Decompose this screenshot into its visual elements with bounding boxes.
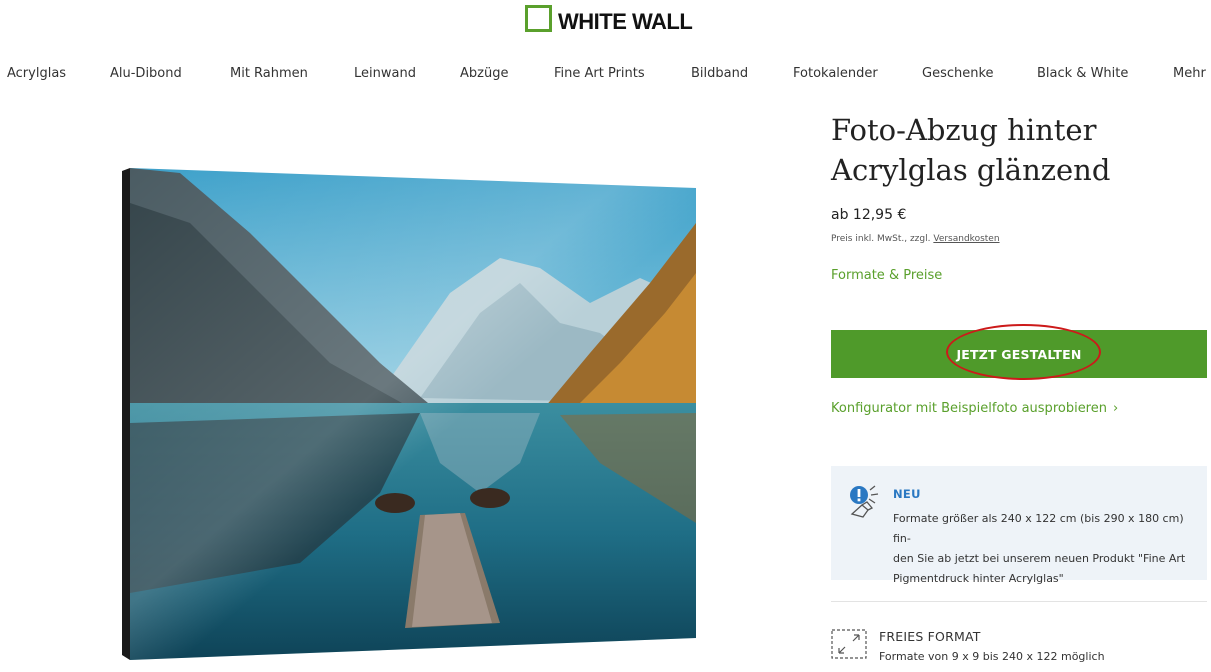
product-price: ab 12,95 €	[831, 207, 907, 223]
product-image[interactable]	[120, 163, 700, 663]
info-text-line: den Sie ab jetzt bei unserem neuen Produ…	[893, 552, 1186, 565]
info-heading: NEU	[893, 487, 921, 501]
info-alert-icon	[850, 485, 879, 518]
nav-item-leinwand[interactable]: Leinwand	[354, 66, 416, 81]
nav-item-acrylglas[interactable]: Acrylglas	[7, 66, 66, 81]
free-format-text: Formate von 9 x 9 bis 240 x 122 möglich	[879, 650, 1105, 663]
shipping-costs-link[interactable]: Versandkosten	[933, 234, 999, 244]
nav-item-mit-rahmen[interactable]: Mit Rahmen	[230, 66, 308, 81]
logo-square-icon	[525, 4, 552, 32]
logo[interactable]: WHITE WALL	[525, 4, 693, 34]
main-nav: Acrylglas Alu-Dibond Mit Rahmen Leinwand…	[0, 66, 1211, 86]
info-text-line: Pigmentdruck hinter Acrylglas"	[893, 572, 1064, 585]
info-text: Formate größer als 240 x 122 cm (bis 290…	[893, 509, 1193, 589]
formats-prices-link[interactable]: Formate & Preise	[831, 268, 942, 283]
nav-item-alu-dibond[interactable]: Alu-Dibond	[110, 66, 182, 81]
nav-item-fotokalender[interactable]: Fotokalender	[793, 66, 878, 81]
nav-item-fine-art-prints[interactable]: Fine Art Prints	[554, 66, 645, 81]
product-title: Foto-Abzug hinter Acrylglas glänzend	[831, 113, 1111, 187]
nav-item-black-white[interactable]: Black & White	[1037, 66, 1128, 81]
configurator-link[interactable]: Konfigurator mit Beispielfoto ausprobier…	[831, 401, 1118, 416]
tax-note: Preis inkl. MwSt., zzgl. Versandkosten	[831, 234, 1000, 244]
configurator-link-label: Konfigurator mit Beispielfoto ausprobier…	[831, 401, 1107, 416]
free-format-heading: FREIES FORMAT	[879, 629, 981, 644]
nav-item-mehr[interactable]: Mehr	[1173, 66, 1206, 81]
nav-item-bildband[interactable]: Bildband	[691, 66, 748, 81]
chevron-right-icon: ›	[1112, 401, 1119, 416]
tax-note-text: Preis inkl. MwSt., zzgl.	[831, 234, 931, 244]
nav-item-geschenke[interactable]: Geschenke	[922, 66, 994, 81]
new-info-box: NEU Formate größer als 240 x 122 cm (bis…	[831, 466, 1207, 585]
design-now-button[interactable]: JETZT GESTALTEN	[831, 330, 1207, 378]
divider	[831, 601, 1207, 602]
logo-text: WHITE WALL	[558, 9, 693, 34]
free-format-icon	[831, 629, 867, 659]
info-text-line: Formate größer als 240 x 122 cm (bis 290…	[893, 512, 1184, 545]
nav-item-abzuege[interactable]: Abzüge	[460, 66, 508, 81]
